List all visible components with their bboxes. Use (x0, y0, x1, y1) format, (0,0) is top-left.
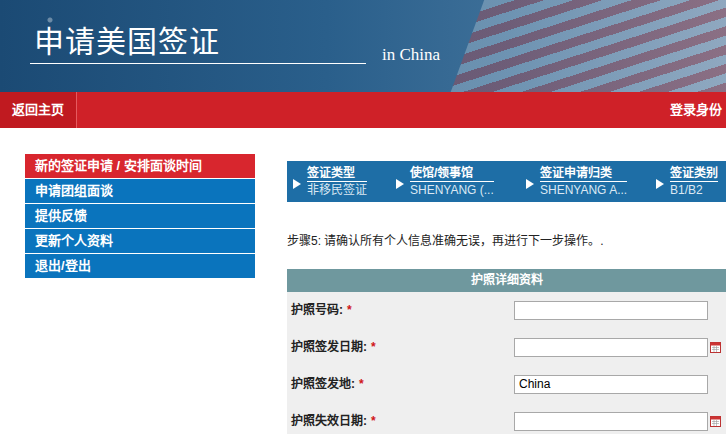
step: 签证申请归类SHENYANG A... (526, 166, 656, 198)
form-row: 护照签发地: * (287, 366, 726, 403)
step-value: 非移民签证 (307, 182, 367, 198)
field-input[interactable] (514, 375, 708, 394)
site-title: 申请美国签证 (34, 24, 366, 60)
sidebar-item-label[interactable]: 退出/登出 (35, 258, 91, 273)
step: 签证类别B1/B2 (656, 166, 726, 198)
step: 签证类型非移民签证 (293, 166, 396, 198)
title-box: 申请美国签证 (30, 24, 366, 64)
sidebar-item[interactable]: 提供反馈 (25, 204, 255, 229)
arrow-icon (396, 179, 404, 189)
field (514, 301, 726, 320)
field-input[interactable] (514, 412, 708, 431)
arrow-icon (293, 179, 301, 189)
field (514, 375, 726, 394)
form-row: 护照签发日期: * (287, 329, 726, 366)
required-mark: * (371, 340, 376, 354)
calendar-icon (710, 415, 721, 427)
step-title[interactable]: 签证类别 (670, 166, 718, 182)
sidebar-item[interactable]: 退出/登出 (25, 254, 255, 279)
step-title[interactable]: 签证类型 (307, 166, 367, 182)
sidebar-item-label[interactable]: 提供反馈 (35, 208, 87, 223)
sidebar-item[interactable]: 更新个人资料 (25, 229, 255, 254)
sidebar-item[interactable]: 新的签证申请 / 安排面谈时间 (25, 154, 255, 179)
field (514, 338, 726, 357)
field (514, 412, 726, 431)
field-label: 护照号码: (291, 303, 343, 317)
step: 使馆/领事馆SHENYANG (... (396, 166, 526, 198)
instruction: 步骤5: 请确认所有个人信息准确无误，再进行下一步操作。. (287, 202, 726, 269)
sidebar-item-label[interactable]: 申请团组面谈 (35, 183, 113, 198)
sidebar-item[interactable]: 申请团组面谈 (25, 179, 255, 204)
field-label: 护照失效日期: (291, 414, 367, 428)
arrow-icon (656, 179, 664, 189)
required-mark: * (359, 377, 364, 391)
step-text: 签证类型非移民签证 (307, 166, 367, 198)
required-mark: * (347, 303, 352, 317)
top-bar: 返回主页 登录身份 (0, 92, 726, 128)
step-text: 使馆/领事馆SHENYANG (... (410, 166, 494, 198)
field-label: 护照签发地: (291, 377, 355, 391)
step-title[interactable]: 签证申请归类 (540, 166, 627, 182)
field-label-box: 护照签发地: * (291, 375, 514, 393)
content: 签证类型非移民签证使馆/领事馆SHENYANG (...签证申请归类SHENYA… (287, 154, 726, 434)
field-label-box: 护照签发日期: * (291, 338, 514, 356)
login-link[interactable]: 登录身份 (662, 92, 726, 128)
sidebar-item-label[interactable]: 更新个人资料 (35, 233, 113, 248)
field-input[interactable] (514, 338, 708, 357)
passport-panel: 护照详细资料护照号码: * 护照签发日期: * 护照签发地: * 护照失效日期: * (287, 269, 726, 434)
header-banner: 申请美国签证 in China (0, 0, 726, 92)
calendar-icon (710, 341, 721, 353)
main-area: 新的签证申请 / 安排面谈时间申请团组面谈提供反馈更新个人资料退出/登出 签证类型… (0, 128, 726, 434)
panel-title: 护照详细资料 (287, 269, 726, 292)
form-row: 护照号码: * (287, 292, 726, 329)
arrow-icon (526, 179, 534, 189)
step-bar: 签证类型非移民签证使馆/领事馆SHENYANG (...签证申请归类SHENYA… (287, 161, 726, 202)
step-text: 签证类别B1/B2 (670, 166, 718, 198)
step-value: SHENYANG (... (410, 182, 494, 198)
step-value: B1/B2 (670, 182, 718, 198)
step-title[interactable]: 使馆/领事馆 (410, 166, 494, 182)
field-label-box: 护照失效日期: * (291, 412, 514, 430)
sidebar-item-label[interactable]: 新的签证申请 / 安排面谈时间 (35, 158, 202, 173)
home-link[interactable]: 返回主页 (0, 92, 77, 128)
required-mark: * (371, 414, 376, 428)
field-label: 护照签发日期: (291, 340, 367, 354)
field-label-box: 护照号码: * (291, 301, 514, 319)
site-subtitle: in China (382, 42, 440, 74)
step-text: 签证申请归类SHENYANG A... (540, 166, 627, 198)
sidebar: 新的签证申请 / 安排面谈时间申请团组面谈提供反馈更新个人资料退出/登出 (25, 154, 255, 434)
field-input[interactable] (514, 301, 708, 320)
form-row: 护照失效日期: * (287, 403, 726, 434)
step-value: SHENYANG A... (540, 182, 627, 198)
